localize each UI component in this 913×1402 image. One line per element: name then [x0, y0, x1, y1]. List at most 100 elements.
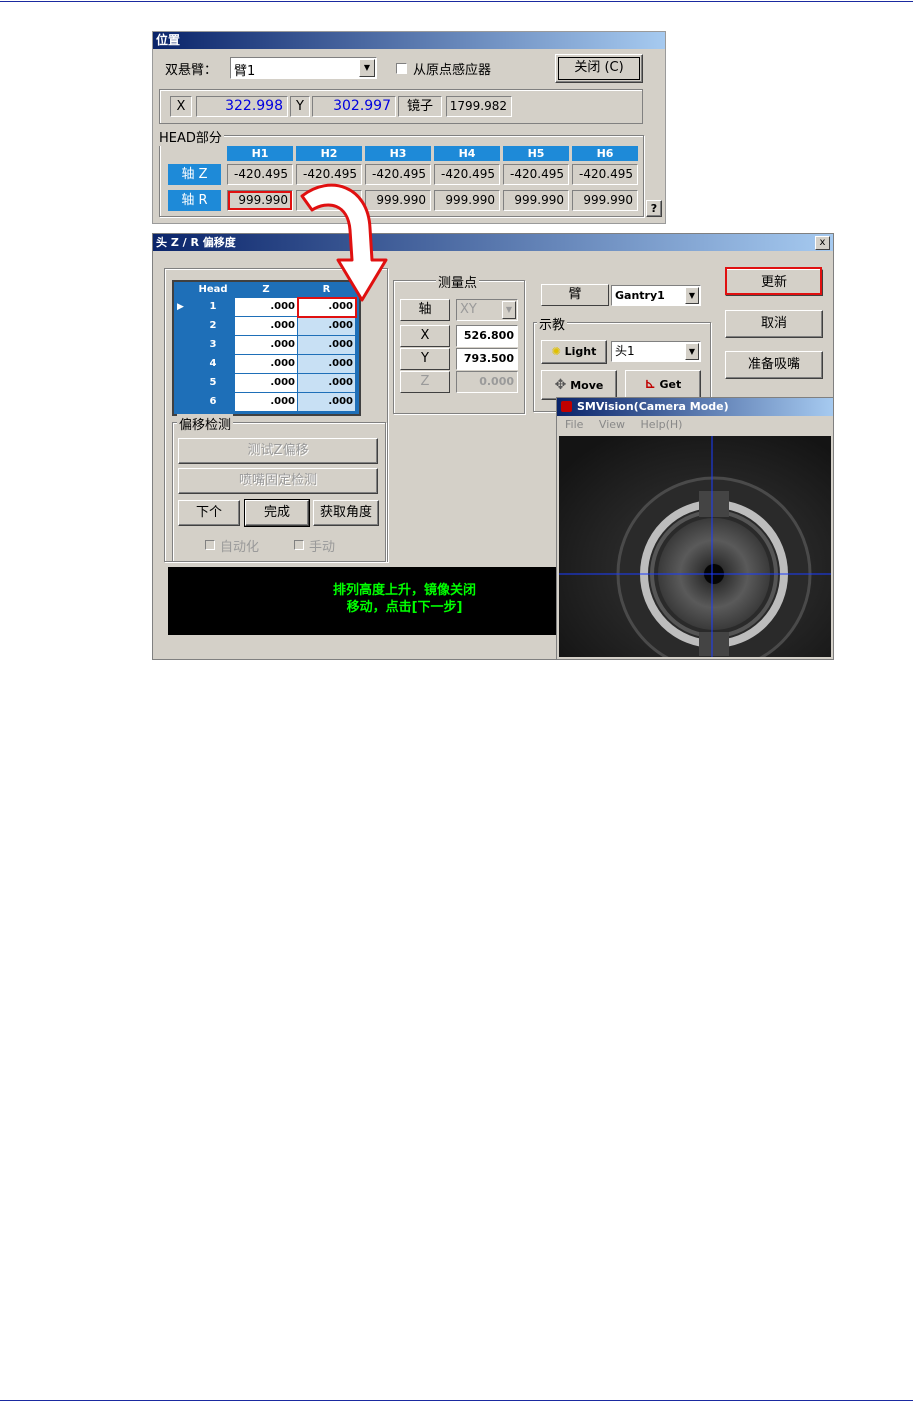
- axis-select[interactable]: XY ▼: [456, 299, 518, 321]
- highlight-r1-box: [228, 191, 292, 210]
- vision-window-title: SMVision(Camera Mode): [577, 400, 729, 413]
- table-row-head: 4: [192, 355, 234, 373]
- vision-window: SMVision(Camera Mode) File View Help(H): [556, 397, 834, 660]
- row-pointer-icon: ▶: [177, 302, 184, 312]
- get-button[interactable]: ⊾ Get: [625, 370, 701, 400]
- next-button[interactable]: 下个: [178, 500, 240, 526]
- offset-dialog-title: 头 Z / R 偏移度: [153, 234, 833, 251]
- head-select-value: 头1: [615, 344, 635, 358]
- gantry-select[interactable]: 臂1 ▼: [230, 57, 377, 79]
- head-header: H6: [572, 146, 638, 161]
- status-message: 排列高度上升，镜像关闭 移动，点击[下一步]: [333, 583, 477, 615]
- finish-button[interactable]: 完成: [244, 499, 310, 527]
- camera-image: [559, 436, 831, 657]
- x-input[interactable]: 526.800: [456, 325, 518, 347]
- manual-label: 手动: [309, 540, 336, 555]
- auto-checkbox[interactable]: [205, 540, 215, 550]
- gantry-label: 双悬臂：: [165, 63, 218, 78]
- y-value: 302.997: [312, 96, 396, 117]
- table-cell-r[interactable]: .000: [298, 355, 355, 373]
- arm-select[interactable]: Gantry1 ▼: [611, 285, 701, 306]
- chevron-down-icon[interactable]: ▼: [502, 301, 516, 319]
- close-button[interactable]: 关闭 (C): [555, 54, 643, 83]
- menu-file[interactable]: File: [565, 418, 583, 431]
- chevron-down-icon[interactable]: ▼: [685, 287, 699, 304]
- axis-r-label: 轴 R: [168, 190, 221, 211]
- mirror-value: 1799.982: [446, 96, 512, 117]
- measure-group-label: 测量点: [436, 272, 480, 291]
- table-row-head: 1: [192, 298, 234, 316]
- y-input[interactable]: 793.500: [456, 348, 518, 370]
- auto-label: 自动化: [220, 540, 260, 555]
- mirror-label: 镜子: [398, 96, 442, 117]
- table-cell-z[interactable]: .000: [235, 298, 297, 316]
- chevron-down-icon[interactable]: ▼: [685, 343, 699, 360]
- message-panel: 排列高度上升，镜像关闭 移动，点击[下一步]: [168, 567, 560, 635]
- origin-sensor-label: 从原点感应器: [413, 63, 492, 78]
- light-button[interactable]: ✺ Light: [541, 340, 607, 364]
- table-cell-z[interactable]: .000: [235, 393, 297, 411]
- head-select[interactable]: 头1 ▼: [611, 341, 701, 362]
- y-label: Y: [400, 348, 450, 370]
- table-cell-z[interactable]: .000: [235, 355, 297, 373]
- axis-z-label: 轴 Z: [168, 164, 221, 185]
- z-input[interactable]: 0.000: [456, 371, 518, 393]
- vision-menu-bar: File View Help(H): [557, 416, 833, 434]
- move-icon: ✥: [554, 377, 567, 393]
- x-label: X: [170, 96, 192, 117]
- head-header: H1: [227, 146, 293, 161]
- offset-check-group-label: 偏移检测: [177, 414, 234, 433]
- arm-label: 臂: [541, 284, 609, 306]
- origin-sensor-checkbox[interactable]: [396, 63, 407, 74]
- close-icon[interactable]: x: [815, 236, 830, 250]
- x-value: 322.998: [196, 96, 288, 117]
- table-header: Z: [235, 282, 297, 297]
- table-cell-z[interactable]: .000: [235, 336, 297, 354]
- x-label: X: [400, 325, 450, 347]
- test-z-offset-button[interactable]: 测试Z偏移: [178, 438, 378, 464]
- light-button-label: Light: [564, 345, 597, 358]
- table-row-head: 6: [192, 393, 234, 411]
- axis-label: 轴: [400, 299, 450, 321]
- move-button[interactable]: ✥ Move: [541, 370, 617, 400]
- table-header: Head: [192, 282, 234, 297]
- z-value-cell: -420.495: [572, 164, 638, 185]
- cancel-button[interactable]: 取消: [725, 310, 823, 338]
- table-cell-r[interactable]: .000: [298, 374, 355, 392]
- head-group-label: HEAD部分: [157, 127, 224, 146]
- camera-view[interactable]: [559, 436, 831, 657]
- get-angle-button[interactable]: 获取角度: [313, 500, 379, 526]
- head-header: H3: [365, 146, 431, 161]
- y-label: Y: [290, 96, 310, 117]
- table-cell-r[interactable]: .000: [298, 393, 355, 411]
- arm-select-value: Gantry1: [615, 289, 665, 302]
- menu-view[interactable]: View: [599, 418, 625, 431]
- head-header: H5: [503, 146, 569, 161]
- axis-select-value: XY: [460, 302, 477, 317]
- nozzle-fixed-check-button[interactable]: 喷嘴固定检测: [178, 468, 378, 494]
- head-header: H4: [434, 146, 500, 161]
- table-cell-r[interactable]: .000: [298, 336, 355, 354]
- app-icon: [561, 401, 572, 412]
- gantry-select-value: 臂1: [234, 64, 256, 79]
- teach-group-label: 示教: [537, 314, 568, 333]
- prepare-nozzle-button[interactable]: 准备吸嘴: [725, 351, 823, 379]
- z-value-cell: -420.495: [227, 164, 293, 185]
- menu-help[interactable]: Help(H): [641, 418, 683, 431]
- table-row-head: 5: [192, 374, 234, 392]
- chevron-down-icon[interactable]: ▼: [359, 59, 375, 77]
- z-label: Z: [400, 371, 450, 393]
- coordinate-panel: X 322.998 Y 302.997 镜子 1799.982: [159, 89, 643, 124]
- table-cell-z[interactable]: .000: [235, 317, 297, 335]
- position-window: 位置 双悬臂： 臂1 ▼ 从原点感应器 关闭 (C) X 322.998 Y 3…: [152, 31, 666, 224]
- move-button-label: Move: [570, 379, 604, 392]
- highlight-update-box: [725, 267, 822, 295]
- axis-get-icon: ⊾: [644, 377, 656, 392]
- position-window-title: 位置: [153, 32, 665, 49]
- manual-checkbox[interactable]: [294, 540, 304, 550]
- z-value-cell: -420.495: [434, 164, 500, 185]
- table-cell-z[interactable]: .000: [235, 374, 297, 392]
- r-value-cell: 999.990: [434, 190, 500, 211]
- help-button[interactable]: ?: [646, 200, 662, 217]
- r-value-cell: 999.990: [503, 190, 569, 211]
